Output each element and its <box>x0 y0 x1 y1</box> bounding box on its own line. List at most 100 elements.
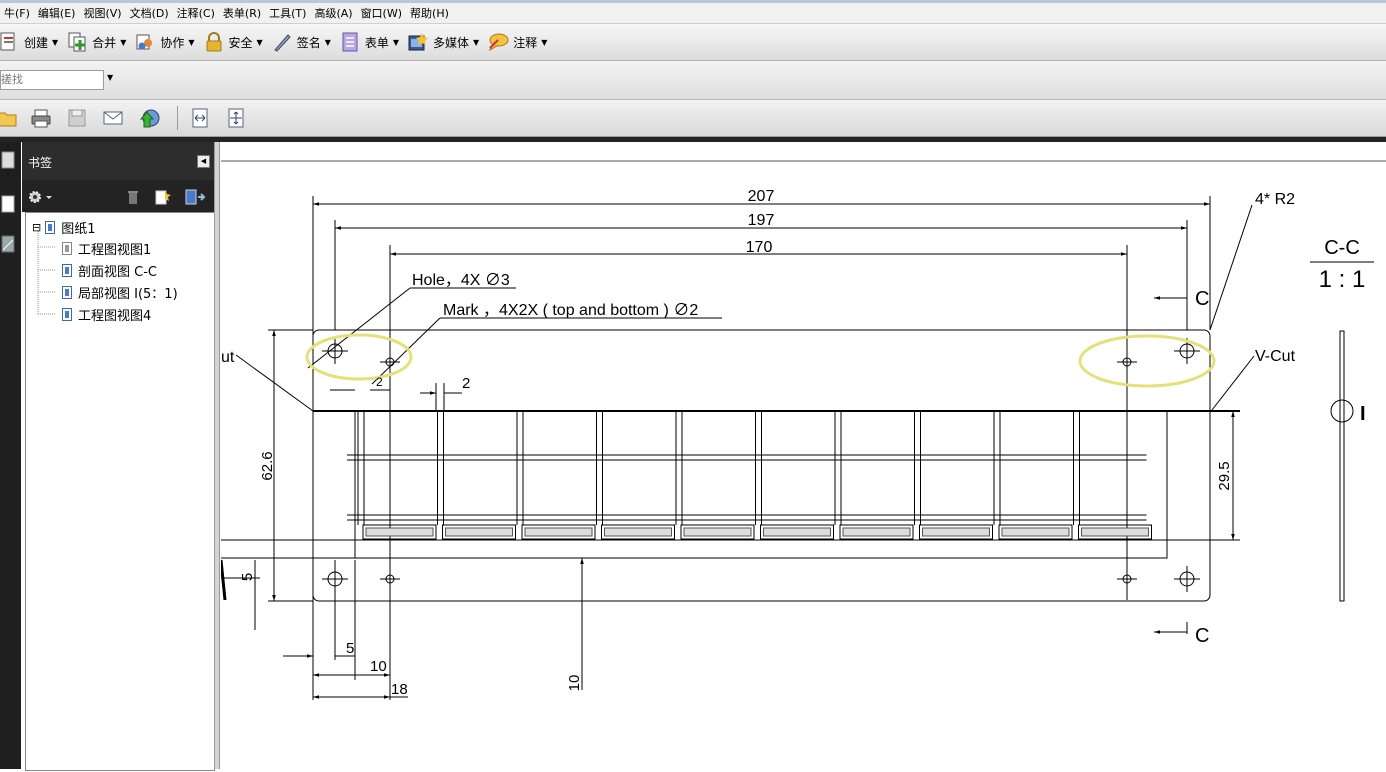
options-gear-icon[interactable] <box>27 188 53 206</box>
bookmark-icon <box>62 286 72 299</box>
file-toolbar <box>0 100 1386 137</box>
cell-shape <box>922 527 990 537</box>
cell-shape <box>683 527 752 537</box>
comment-icon <box>489 33 509 52</box>
pages-icon[interactable] <box>0 150 18 172</box>
cell-shape <box>365 527 434 537</box>
engineering-drawing: 207 197 170 Hole，4X ∅3 Mark ，4X2X ( top … <box>219 160 1386 700</box>
forms-button[interactable]: 表单 ▼ <box>335 27 403 57</box>
menu-file[interactable]: 牛(F) <box>0 5 34 21</box>
multimedia-icon <box>408 33 429 51</box>
expand-bookmark-icon[interactable] <box>184 188 206 206</box>
cell-shape <box>445 527 513 537</box>
lock-icon <box>206 32 222 52</box>
menu-bar: 牛(F) 编辑(E) 视图(V) 文档(D) 注释(C) 表单(R) 工具(T)… <box>0 3 1386 24</box>
section-mark-top: C <box>1195 288 1209 310</box>
tree-collapse-icon[interactable]: ⊟ <box>32 221 41 234</box>
dim-2-right: 2 <box>462 375 470 392</box>
document-view[interactable]: 207 197 170 Hole，4X ∅3 Mark ，4X2X ( top … <box>219 142 1386 769</box>
menu-help[interactable]: 帮助(H) <box>406 5 453 21</box>
comment-label: 注释 <box>513 35 538 50</box>
email-icon[interactable] <box>102 107 124 129</box>
menu-document[interactable]: 文档(D) <box>126 5 173 21</box>
dim-197: 197 <box>748 212 775 229</box>
bookmarks-panel-title: 书签 <box>28 156 53 170</box>
save-icon[interactable] <box>66 107 88 129</box>
multimedia-button[interactable]: 多媒体 ▼ <box>403 27 483 57</box>
bookmark-root[interactable]: ⊟ 图纸1 <box>32 218 96 237</box>
dim-2-left: 2 <box>376 375 383 389</box>
bookmarks-toolbar <box>22 180 214 212</box>
bookmark-item[interactable]: 工程图视图1 <box>62 239 151 258</box>
menu-edit[interactable]: 编辑(E) <box>34 5 80 21</box>
section-mark-bottom: C <box>1195 625 1209 647</box>
multimedia-caret: ▼ <box>473 37 480 47</box>
bookmark-label: 剖面视图 C-C <box>78 265 157 280</box>
collaborate-button[interactable]: 协作 ▼ <box>130 27 198 57</box>
create-button[interactable]: 创建 ▼ <box>0 27 62 57</box>
section-scale: 1 : 1 <box>1319 266 1366 293</box>
menu-view[interactable]: 视图(V) <box>79 5 125 21</box>
signatures-panel-icon[interactable] <box>0 234 18 256</box>
dim-29-5: 29.5 <box>1216 461 1233 490</box>
collapse-panel-icon[interactable]: ◀ <box>197 155 210 168</box>
find-input[interactable]: 搓找 <box>0 70 104 90</box>
secure-caret: ▼ <box>256 37 263 47</box>
bookmarks-panel-icon[interactable] <box>0 194 18 216</box>
pcb-cells <box>347 411 1152 540</box>
find-dropdown-icon[interactable]: ▼ <box>107 73 113 82</box>
comment-button[interactable]: 注释 ▼ <box>483 27 551 57</box>
cell-shape <box>763 527 831 537</box>
menu-tools[interactable]: 工具(T) <box>265 5 310 21</box>
create-caret: ▼ <box>52 37 59 47</box>
cell-shape <box>1081 527 1149 537</box>
upload-icon[interactable] <box>138 107 160 129</box>
forms-caret: ▼ <box>392 37 400 47</box>
new-bookmark-icon[interactable] <box>154 188 172 206</box>
menu-advanced[interactable]: 高级(A) <box>310 5 356 21</box>
bookmark-label: 局部视图 I(5：1) <box>78 287 178 302</box>
combine-icon <box>68 32 86 52</box>
delete-bookmark-icon[interactable] <box>126 189 140 205</box>
dim-5-vertical: 5 <box>239 573 256 581</box>
secure-label: 安全 <box>228 35 253 50</box>
menu-forms[interactable]: 表单(R) <box>219 5 265 21</box>
cell-shape <box>1001 527 1070 537</box>
collaborate-label: 协作 <box>160 35 185 50</box>
bookmark-tree: ⊟ 图纸1 工程图视图1 剖面视图 C-C 局部视图 I(5：1) 工程图视图4 <box>25 212 215 771</box>
create-pdf-icon <box>0 32 15 51</box>
pen-icon <box>273 34 291 52</box>
bookmark-item[interactable]: 工程图视图4 <box>62 305 151 324</box>
bookmark-icon <box>62 242 72 255</box>
fit-page-icon[interactable] <box>225 107 247 129</box>
open-folder-icon[interactable] <box>0 107 18 129</box>
collaborate-icon <box>136 34 153 50</box>
fit-width-icon[interactable] <box>189 107 211 129</box>
cell-shape <box>604 527 672 537</box>
sign-button[interactable]: 签名 ▼ <box>267 27 335 57</box>
find-toolbar: 搓找 ▼ <box>0 61 1386 100</box>
secure-button[interactable]: 安全 ▼ <box>199 27 267 57</box>
combine-button[interactable]: 合并 ▼ <box>62 27 130 57</box>
menu-comments[interactable]: 注释(C) <box>173 5 219 21</box>
navigation-rail <box>0 142 21 769</box>
note-radius: 4* R2 <box>1255 191 1295 208</box>
print-icon[interactable] <box>30 107 52 129</box>
create-label: 创建 <box>24 35 49 50</box>
combine-label: 合并 <box>92 35 117 50</box>
bookmark-item[interactable]: 剖面视图 C-C <box>62 261 157 280</box>
note-mark: Mark ，4X2X ( top and bottom ) ∅2 <box>443 302 698 319</box>
form-icon <box>342 32 358 52</box>
collaborate-caret: ▼ <box>188 37 195 47</box>
cell-shape <box>524 527 593 537</box>
toolbar-divider <box>177 106 178 130</box>
bookmark-icon <box>62 308 72 321</box>
note-vcut-left: ut <box>221 349 235 366</box>
menu-window[interactable]: 窗口(W) <box>357 5 406 21</box>
comment-caret: ▼ <box>541 37 548 47</box>
panel-splitter[interactable] <box>214 142 220 769</box>
bookmark-item[interactable]: 局部视图 I(5：1) <box>62 283 178 302</box>
multimedia-label: 多媒体 <box>433 35 470 50</box>
dim-207: 207 <box>748 188 775 205</box>
bookmark-label: 工程图视图4 <box>78 309 152 324</box>
